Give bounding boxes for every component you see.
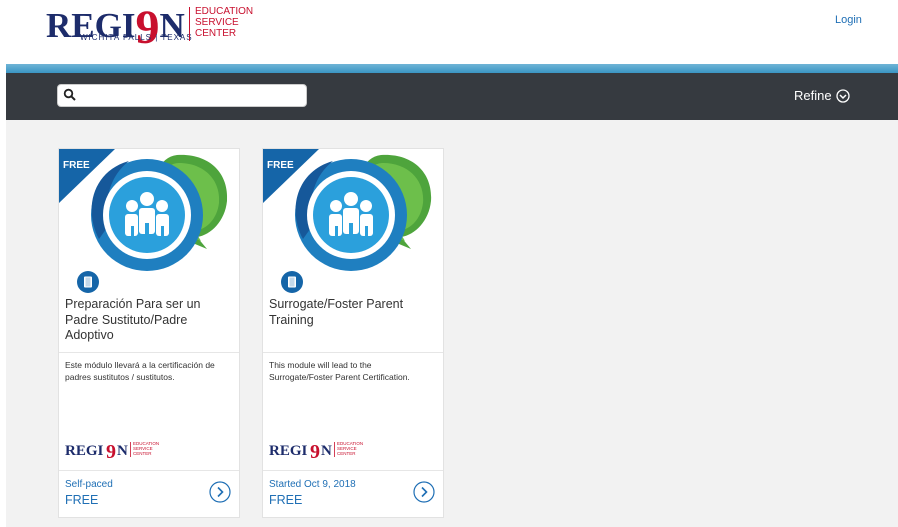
card-divider bbox=[59, 470, 239, 471]
chevron-right-circle-icon[interactable] bbox=[209, 481, 231, 503]
course-title[interactable]: Surrogate/Foster Parent Training bbox=[269, 297, 437, 328]
svg-text:REGI: REGI bbox=[65, 443, 104, 459]
login-link[interactable]: Login bbox=[835, 14, 862, 26]
card-divider bbox=[263, 470, 443, 471]
refine-button[interactable]: Refine bbox=[794, 88, 850, 103]
course-price: FREE bbox=[65, 493, 99, 507]
free-badge: FREE bbox=[63, 160, 90, 171]
course-meta: Self-paced bbox=[65, 479, 113, 490]
course-meta: Started Oct 9, 2018 bbox=[269, 479, 356, 490]
svg-text:9: 9 bbox=[310, 441, 320, 461]
course-title[interactable]: Preparación Para ser un Padre Sustituto/… bbox=[65, 297, 233, 344]
svg-text:9: 9 bbox=[106, 441, 116, 461]
course-card[interactable]: FREE Preparación Para ser un Padre Susti… bbox=[58, 148, 240, 518]
search-box[interactable] bbox=[57, 84, 307, 107]
svg-text:N: N bbox=[117, 443, 128, 459]
search-icon bbox=[63, 88, 76, 101]
free-badge: FREE bbox=[267, 160, 294, 171]
book-icon bbox=[281, 271, 303, 293]
card-divider bbox=[59, 352, 239, 353]
logo-subtitle: WICHITA FALLS | TEXAS bbox=[80, 33, 193, 42]
search-toolbar: Refine bbox=[6, 73, 898, 120]
refine-label: Refine bbox=[794, 88, 832, 103]
small-logo-esc: EDUCATION SERVICE CENTER bbox=[133, 441, 160, 456]
course-description: Este módulo llevará a la certificación d… bbox=[65, 360, 215, 382]
course-description: This module will lead to the Surrogate/F… bbox=[269, 360, 410, 382]
chevron-down-circle-icon bbox=[835, 88, 850, 103]
region9-logo[interactable]: REGI9N WICHITA FALLS | TEXAS EDUCATION S… bbox=[46, 2, 276, 52]
small-logo-esc: EDUCATION SERVICE CENTER bbox=[337, 441, 364, 456]
logo-divider bbox=[189, 7, 190, 41]
svg-text:N: N bbox=[321, 443, 332, 459]
course-card[interactable]: FREE Surrogate/Foster Parent Training Th… bbox=[262, 148, 444, 518]
catalog-content: FREE Preparación Para ser un Padre Susti… bbox=[6, 120, 898, 527]
svg-text:REGI: REGI bbox=[269, 443, 308, 459]
book-icon bbox=[77, 271, 99, 293]
site-header: REGI9N WICHITA FALLS | TEXAS EDUCATION S… bbox=[0, 0, 898, 64]
search-input[interactable] bbox=[80, 86, 304, 105]
card-divider bbox=[263, 352, 443, 353]
logo-esc-text: EDUCATION SERVICE CENTER bbox=[195, 6, 254, 39]
course-price: FREE bbox=[269, 493, 303, 507]
header-stripe bbox=[6, 64, 898, 73]
chevron-right-circle-icon[interactable] bbox=[413, 481, 435, 503]
